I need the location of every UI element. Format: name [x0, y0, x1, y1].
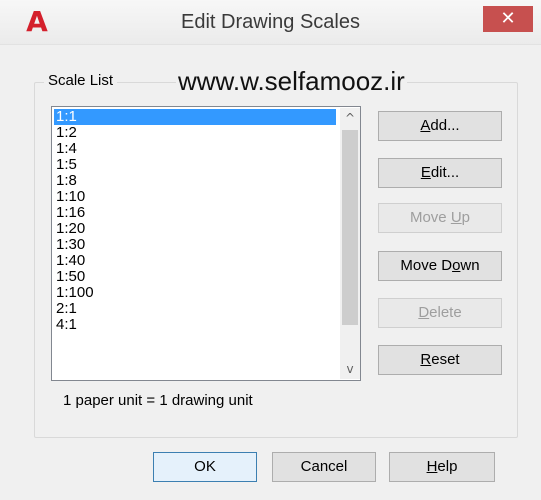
scroll-thumb[interactable] — [342, 130, 358, 325]
edit-drawing-scales-dialog: A Edit Drawing Scales ✕ Scale List www.w… — [0, 0, 541, 500]
title-bar[interactable]: A Edit Drawing Scales ✕ — [0, 0, 541, 45]
scale-list-item[interactable]: 1:20 — [54, 221, 336, 237]
ok-button[interactable]: OK — [153, 452, 257, 482]
button-label-prefix: Move — [409, 209, 451, 226]
button-label-accelerator: H — [426, 458, 438, 475]
button-label-prefix: Move D — [400, 257, 453, 274]
button-label-accelerator: E — [420, 164, 431, 181]
button-label-suffix: dd... — [430, 117, 460, 134]
scale-list-item[interactable]: 2:1 — [54, 301, 336, 317]
scale-list-item[interactable]: 1:1 — [54, 109, 336, 125]
scale-list-label: Scale List — [44, 72, 118, 89]
reset-button[interactable]: Reset — [378, 345, 502, 375]
button-label-suffix: wn — [460, 257, 480, 274]
button-label-accelerator: A — [420, 117, 431, 134]
unit-ratio-text: 1 paper unit = 1 drawing unit — [63, 392, 253, 409]
button-label-suffix: p — [461, 209, 471, 226]
scale-list-item[interactable]: 1:40 — [54, 253, 336, 269]
vertical-scrollbar[interactable]: ^ v — [340, 108, 360, 379]
scale-list-item[interactable]: 1:5 — [54, 157, 336, 173]
scroll-down-icon[interactable]: v — [340, 359, 360, 379]
watermark-text: www.w.selfamooz.ir — [176, 66, 407, 97]
move-down-button[interactable]: Move Down — [378, 251, 502, 281]
scale-list-item[interactable]: 1:30 — [54, 237, 336, 253]
edit-button[interactable]: Edit... — [378, 158, 502, 188]
dialog-title: Edit Drawing Scales — [181, 11, 360, 33]
close-icon: ✕ — [500, 8, 516, 29]
button-label-accelerator: D — [418, 304, 430, 321]
scale-listbox[interactable]: 1:1 1:2 1:4 1:5 1:8 1:10 1:16 1:20 1:30 1:40 1:50 1… — [51, 106, 361, 381]
cancel-button[interactable]: Cancel — [272, 452, 376, 482]
delete-button[interactable]: Delete — [378, 298, 502, 328]
move-up-button[interactable]: Move Up — [378, 203, 502, 233]
button-label-accelerator: R — [420, 351, 432, 368]
add-button[interactable]: Add... — [378, 111, 502, 141]
help-button[interactable]: Help — [389, 452, 495, 482]
scale-list-item[interactable]: 1:4 — [54, 141, 336, 157]
scale-list-item[interactable]: 1:10 — [54, 189, 336, 205]
close-button[interactable]: ✕ — [483, 6, 533, 32]
button-label-suffix: elete — [429, 304, 462, 321]
scale-list-item[interactable]: 1:2 — [54, 125, 336, 141]
button-label-suffix: dit... — [430, 164, 460, 181]
scale-list-item[interactable]: 1:100 — [54, 285, 336, 301]
scale-list-item[interactable]: 1:8 — [54, 173, 336, 189]
scale-list-item[interactable]: 4:1 — [54, 317, 336, 333]
scale-list-item[interactable]: 1:16 — [54, 205, 336, 221]
button-label-suffix: elp — [437, 458, 458, 475]
scale-list-items: 1:1 1:2 1:4 1:5 1:8 1:10 1:16 1:20 1:30 1:40 1:50 1… — [54, 109, 336, 333]
button-label-suffix: eset — [431, 351, 460, 368]
button-label-accelerator: U — [450, 209, 462, 226]
scale-list-item[interactable]: 1:50 — [54, 269, 336, 285]
scroll-up-icon[interactable]: ^ — [340, 108, 360, 128]
